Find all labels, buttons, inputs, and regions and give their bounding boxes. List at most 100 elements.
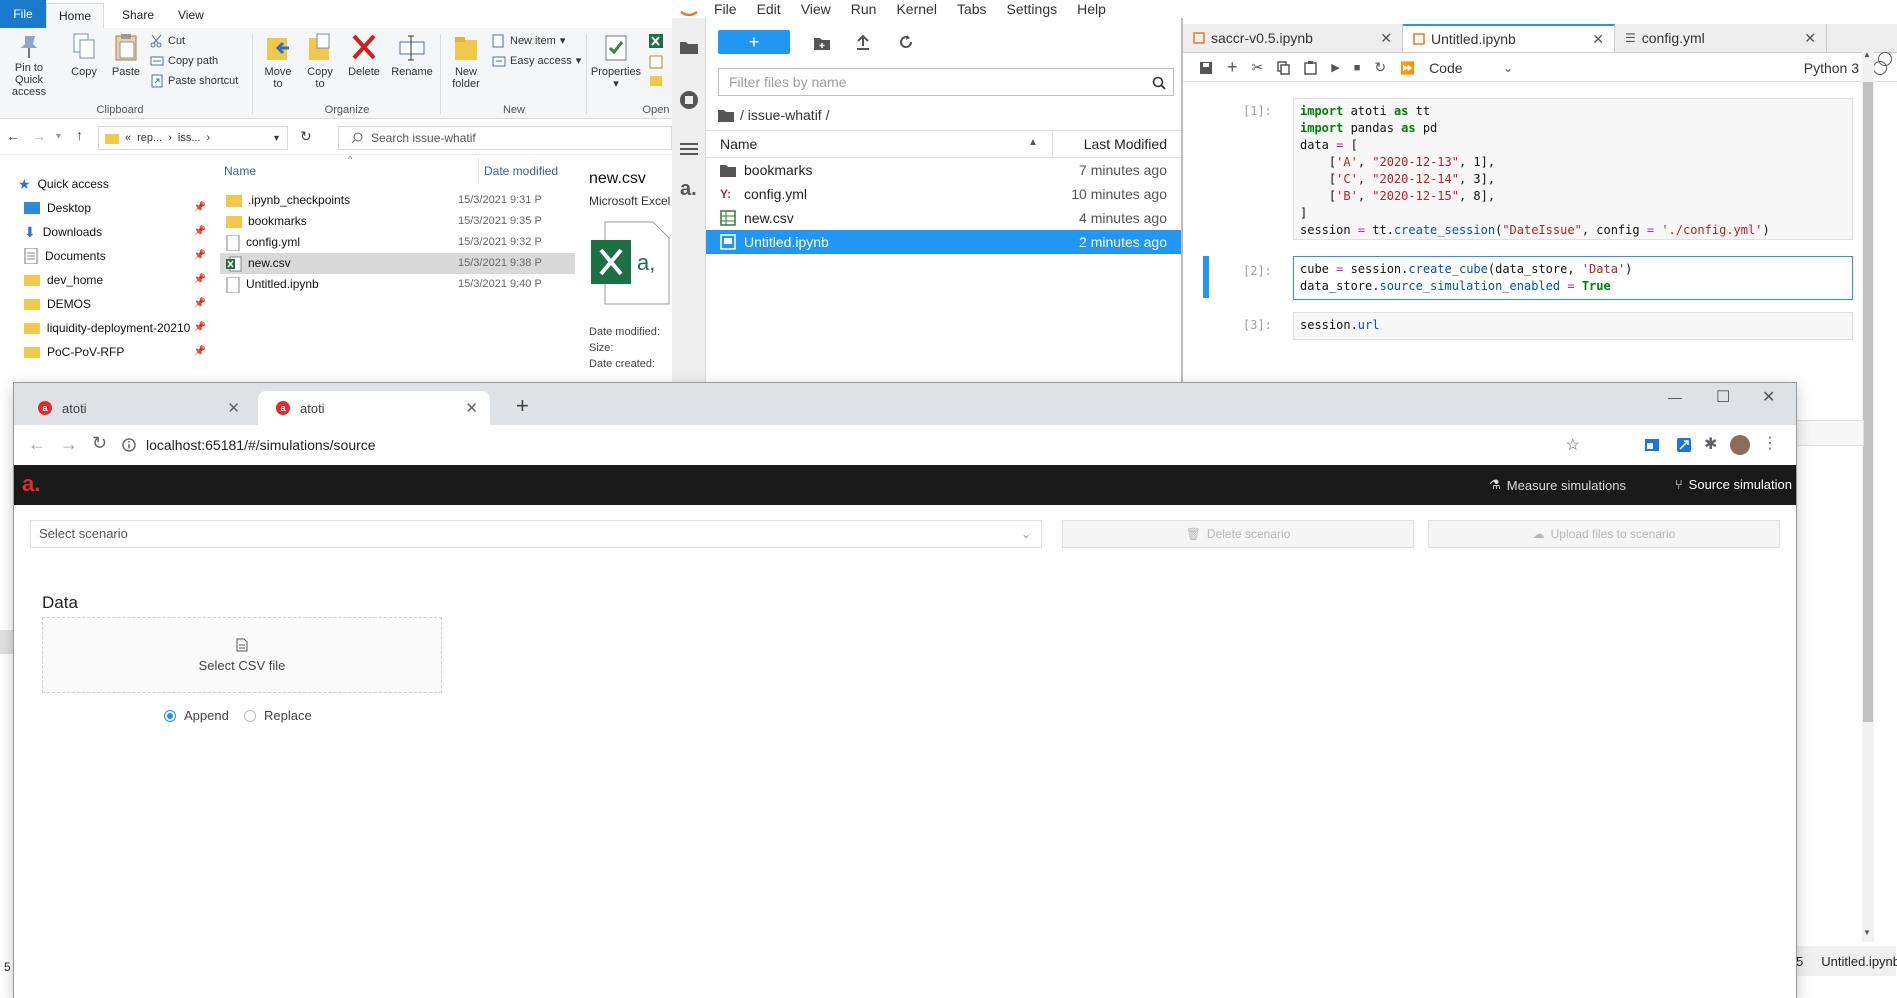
scrollbar-thumb[interactable]	[1863, 82, 1873, 722]
fast-forward-icon[interactable]: ⏩	[1400, 61, 1415, 75]
menu-view[interactable]: View	[801, 1, 831, 17]
folder-icon[interactable]	[718, 109, 734, 122]
address-part[interactable]: rep...	[137, 132, 162, 144]
new-tab-button[interactable]: +	[516, 393, 529, 419]
recent-dropdown-icon[interactable]: ▾	[56, 131, 61, 142]
extensions-puzzle-icon[interactable]: ✱	[1704, 434, 1717, 454]
close-icon[interactable]: ✕	[227, 399, 240, 417]
tab-untitled-notebook[interactable]: Untitled.ipynb ✕	[1403, 24, 1615, 52]
upload-icon[interactable]	[856, 34, 870, 50]
file-row[interactable]: config.yml 15/3/2021 9:32 P	[220, 232, 575, 253]
nav-desktop[interactable]: Desktop 📌	[24, 196, 206, 220]
up-arrow-icon[interactable]: ↑	[76, 127, 83, 143]
csv-drop-zone[interactable]: Select CSV file	[42, 617, 442, 693]
menu-tabs[interactable]: Tabs	[957, 1, 987, 17]
folder-icon[interactable]	[680, 40, 698, 54]
close-icon[interactable]: ✕	[1804, 30, 1816, 47]
code-cell[interactable]: [1]: import atoti as tt import pandas as…	[1203, 90, 1883, 240]
refresh-icon[interactable]: ↻	[300, 128, 312, 145]
file-row[interactable]: .ipynb_checkpoints 15/3/2021 9:31 P	[220, 190, 575, 211]
maximize-icon[interactable]: ☐	[1716, 387, 1730, 407]
ribbon-tab-view[interactable]: View	[166, 3, 216, 27]
menu-kernel[interactable]: Kernel	[896, 1, 936, 17]
cell-input[interactable]: import atoti as tt import pandas as pd d…	[1293, 98, 1853, 240]
nav-liquidity-deployment[interactable]: liquidity-deployment-20210 📌	[24, 316, 206, 340]
code-cell-active[interactable]: [2]: cube = session.create_cube(data_sto…	[1203, 250, 1883, 300]
nav-quick-access[interactable]: ★ Quick access	[18, 172, 200, 196]
new-launcher-button[interactable]: +	[718, 30, 790, 54]
properties-button[interactable]: Properties ▾	[590, 32, 642, 90]
scroll-down-icon[interactable]: ▼	[1863, 928, 1871, 937]
nav-poc-pov-rfp[interactable]: PoC-PoV-RFP 📌	[24, 340, 206, 364]
menu-run[interactable]: Run	[851, 1, 877, 17]
new-folder-button[interactable]: New folder	[446, 32, 486, 90]
atoti-extension-icon[interactable]: a.	[680, 178, 697, 201]
menu-help[interactable]: Help	[1077, 1, 1106, 17]
extension-window-icon[interactable]	[1644, 437, 1660, 453]
select-scenario-dropdown[interactable]: Select scenario ⌄	[30, 520, 1042, 548]
paste-icon[interactable]	[1304, 60, 1317, 75]
save-icon[interactable]	[1199, 61, 1213, 75]
breadcrumb-path[interactable]: / issue-whatif /	[740, 107, 829, 123]
file-row[interactable]: bookmarks 7 minutes ago	[706, 158, 1181, 182]
close-icon[interactable]: ✕	[465, 399, 478, 417]
tab-config-yml[interactable]: ☰ config.yml ✕	[1615, 24, 1827, 52]
restart-icon[interactable]: ↻	[1374, 59, 1386, 76]
column-header-modified[interactable]: Last Modified	[1084, 136, 1167, 152]
new-item-button[interactable]: New item ▾	[492, 32, 565, 50]
copy-button[interactable]: Copy	[66, 32, 102, 78]
copy-to-button[interactable]: Copy to	[302, 32, 338, 90]
back-arrow-icon[interactable]: ←	[28, 434, 46, 455]
forward-arrow-icon[interactable]: →	[32, 128, 46, 144]
address-bar[interactable]: « rep... › iss... › ▾	[98, 126, 288, 150]
extension-resize-icon[interactable]	[1676, 437, 1692, 453]
menu-file[interactable]: File	[714, 1, 737, 17]
minimize-icon[interactable]: —	[1668, 389, 1682, 405]
column-header-name[interactable]: Name	[720, 136, 757, 152]
table-of-contents-icon[interactable]	[680, 142, 698, 156]
filter-files-input[interactable]: Filter files by name	[718, 68, 1174, 96]
paste-button[interactable]: Paste	[108, 32, 144, 78]
paste-shortcut-button[interactable]: Paste shortcut	[150, 72, 238, 90]
copy-icon[interactable]	[1277, 60, 1290, 75]
ribbon-tab-file[interactable]: File	[0, 0, 46, 28]
column-header-date[interactable]: Date modified	[484, 164, 558, 178]
cell-input[interactable]: cube = session.create_cube(data_store, '…	[1293, 256, 1853, 300]
refresh-icon[interactable]	[898, 34, 914, 50]
address-bar[interactable]: localhost:65181/#/simulations/source ☆	[122, 430, 1580, 460]
file-row[interactable]: bookmarks 15/3/2021 9:35 P	[220, 211, 575, 232]
file-row[interactable]: new.csv 4 minutes ago	[706, 206, 1181, 230]
reload-icon[interactable]: ↻	[92, 433, 107, 454]
file-row-selected[interactable]: Untitled.ipynb 2 minutes ago	[706, 230, 1181, 254]
stop-icon[interactable]: ■	[1354, 62, 1361, 74]
url-text[interactable]: localhost:65181/#/simulations/source	[146, 437, 376, 453]
file-row[interactable]: Y: config.yml 10 minutes ago	[706, 182, 1181, 206]
cell-type-select[interactable]: Code	[1429, 60, 1489, 76]
nav-demos[interactable]: DEMOS 📌	[24, 292, 206, 316]
file-row[interactable]: Untitled.ipynb 15/3/2021 9:40 P	[220, 274, 575, 295]
copy-path-button[interactable]: Copy path	[150, 52, 218, 70]
nav-source-simulation[interactable]: ⑂ Source simulation	[1675, 477, 1792, 492]
easy-access-button[interactable]: Easy access ▾	[492, 52, 581, 70]
forward-arrow-icon[interactable]: →	[60, 434, 78, 455]
close-icon[interactable]: ✕	[1380, 30, 1392, 47]
upload-files-button[interactable]: ☁ Upload files to scenario	[1428, 520, 1780, 548]
append-radio[interactable]: Append	[164, 708, 229, 723]
chevron-down-icon[interactable]: ⌄	[1503, 61, 1513, 75]
running-sessions-icon[interactable]	[679, 90, 699, 110]
window-close-icon[interactable]: ✕	[1762, 387, 1775, 407]
replace-radio[interactable]: Replace	[244, 708, 312, 723]
scroll-up-icon[interactable]: ▲	[1863, 50, 1871, 59]
code-cell[interactable]: [3]: session.url	[1203, 308, 1883, 348]
new-folder-icon[interactable]	[814, 36, 830, 50]
nav-documents[interactable]: Documents 📌	[24, 244, 206, 268]
ribbon-tab-share[interactable]: Share	[110, 3, 166, 27]
file-row-selected[interactable]: new.csv 15/3/2021 9:38 P	[220, 253, 575, 274]
cut-icon[interactable]: ✂	[1252, 59, 1264, 76]
back-arrow-icon[interactable]: ←	[6, 128, 20, 144]
move-to-button[interactable]: Move to	[260, 32, 296, 90]
nav-downloads[interactable]: ⬇ Downloads 📌	[24, 220, 206, 244]
cut-button[interactable]: Cut	[150, 32, 185, 50]
search-box[interactable]: Search issue-whatif	[338, 126, 672, 150]
cell-input[interactable]: session.url	[1293, 312, 1853, 340]
